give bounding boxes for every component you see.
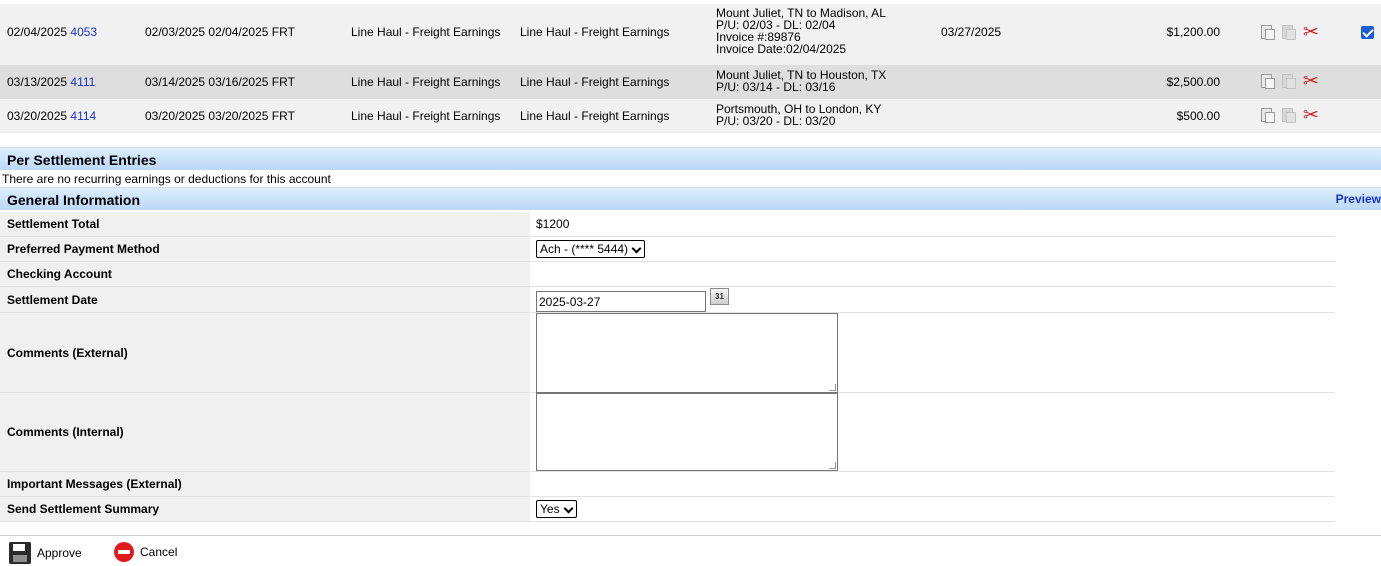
preview-link[interactable]: Preview <box>1336 192 1381 206</box>
no-entries-message: There are no recurring earnings or deduc… <box>2 172 331 186</box>
comments-external-textarea[interactable] <box>536 313 838 393</box>
settlement-date-input[interactable] <box>536 291 706 312</box>
entry-amount: $2,500.00 <box>1166 75 1220 89</box>
entry-route: Mount Juliet, TN to Madison, AL P/U: 02/… <box>716 7 886 55</box>
cancel-button[interactable]: Cancel <box>114 542 177 562</box>
entry-date-cell: 02/04/2025 4053 <box>7 25 97 39</box>
field-label: Settlement Total <box>0 212 530 236</box>
entry-id-link[interactable]: 4114 <box>70 109 96 123</box>
calendar-icon[interactable]: 31 <box>710 288 729 305</box>
send-summary-select[interactable]: Yes <box>536 500 577 518</box>
settlement-date-row: Settlement Date 31 <box>0 287 1335 313</box>
general-info-header: General Information Preview <box>0 187 1381 210</box>
save-icon <box>9 542 31 564</box>
scissors-icon[interactable]: ✂ <box>1302 106 1320 125</box>
comments-internal-row: Comments (Internal) <box>0 393 1335 472</box>
entry-date: 03/20/2025 <box>7 109 68 123</box>
entry-dates: 02/03/2025 02/04/2025 FRT <box>145 25 295 39</box>
route-line: P/U: 03/14 - DL: 03/16 <box>716 80 836 94</box>
table-row: 02/04/2025 4053 02/03/2025 02/04/2025 FR… <box>0 4 1381 65</box>
entry-id-link[interactable]: 4111 <box>70 75 95 89</box>
document-icon[interactable] <box>1260 24 1276 41</box>
field-label: Comments (External) <box>0 313 530 392</box>
entry-description-2: Line Haul - Freight Earnings <box>520 25 670 39</box>
field-label: Checking Account <box>0 262 530 286</box>
entry-description-2: Line Haul - Freight Earnings <box>520 109 670 123</box>
table-row: 03/13/2025 4111 03/14/2025 03/16/2025 FR… <box>0 65 1381 99</box>
entry-date-cell: 03/13/2025 4111 <box>7 75 95 89</box>
entry-description: Line Haul - Freight Earnings <box>351 25 501 39</box>
entry-route: Mount Juliet, TN to Houston, TX P/U: 03/… <box>716 69 886 93</box>
entry-description: Line Haul - Freight Earnings <box>351 109 501 123</box>
cancel-icon <box>114 542 134 562</box>
copy-icon[interactable] <box>1281 24 1297 41</box>
entry-description: Line Haul - Freight Earnings <box>351 75 501 89</box>
entry-date-cell: 03/20/2025 4114 <box>7 109 96 123</box>
payment-method-select[interactable]: Ach - (**** 5444) <box>536 240 646 258</box>
copy-icon[interactable] <box>1281 73 1297 90</box>
entry-route: Portsmouth, OH to London, KY P/U: 03/20 … <box>716 103 881 127</box>
entry-dates: 03/14/2025 03/16/2025 FRT <box>145 75 295 89</box>
cancel-label: Cancel <box>140 545 178 559</box>
table-row: 03/20/2025 4114 03/20/2025 03/20/2025 FR… <box>0 99 1381 133</box>
section-title: Per Settlement Entries <box>7 152 157 168</box>
field-label: Send Settlement Summary <box>0 497 530 521</box>
comments-external-row: Comments (External) <box>0 313 1335 393</box>
important-messages-row: Important Messages (External) <box>0 472 1335 497</box>
per-settlement-header: Per Settlement Entries <box>0 147 1381 170</box>
approve-button[interactable]: Approve <box>9 542 82 564</box>
route-line: Invoice Date:02/04/2025 <box>716 42 847 56</box>
entry-amount: $1,200.00 <box>1166 25 1220 39</box>
approve-label: Approve <box>37 546 82 560</box>
field-label: Preferred Payment Method <box>0 237 530 261</box>
copy-icon[interactable] <box>1281 107 1297 124</box>
field-label: Settlement Date <box>0 287 530 312</box>
field-label: Comments (Internal) <box>0 393 530 471</box>
document-icon[interactable] <box>1260 73 1276 90</box>
payment-method-row: Preferred Payment Method Ach - (**** 544… <box>0 237 1335 262</box>
entry-id-link[interactable]: 4053 <box>70 25 97 39</box>
entry-date: 03/13/2025 <box>7 75 68 89</box>
settlement-total-value: $1200 <box>536 217 570 231</box>
entry-amount: $500.00 <box>1176 109 1220 123</box>
chevron-down-icon <box>632 245 641 254</box>
entry-date: 02/04/2025 <box>7 25 68 39</box>
comments-internal-textarea[interactable] <box>536 393 838 471</box>
settlement-total-row: Settlement Total $1200 <box>0 212 1335 237</box>
document-icon[interactable] <box>1260 107 1276 124</box>
send-summary-row: Send Settlement Summary Yes <box>0 497 1335 522</box>
action-bar: Approve Cancel <box>0 535 1381 566</box>
entry-pay-date: 03/27/2025 <box>941 25 1002 39</box>
checking-account-row: Checking Account <box>0 262 1335 287</box>
entry-description-2: Line Haul - Freight Earnings <box>520 75 670 89</box>
payment-method-value: Ach - (**** 5444) <box>540 242 629 256</box>
send-summary-value: Yes <box>540 502 560 516</box>
chevron-down-icon <box>564 505 573 514</box>
section-title: General Information <box>7 192 141 208</box>
entry-checkbox[interactable] <box>1361 26 1374 39</box>
field-label: Important Messages (External) <box>0 472 530 496</box>
scissors-icon[interactable]: ✂ <box>1302 23 1320 42</box>
entry-dates: 03/20/2025 03/20/2025 FRT <box>145 109 295 123</box>
route-line: P/U: 03/20 - DL: 03/20 <box>716 114 836 128</box>
scissors-icon[interactable]: ✂ <box>1302 72 1320 91</box>
